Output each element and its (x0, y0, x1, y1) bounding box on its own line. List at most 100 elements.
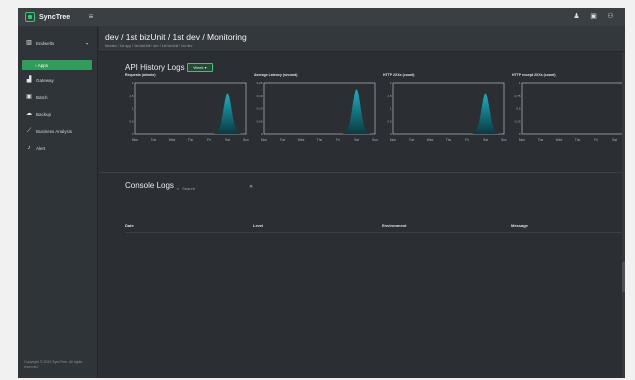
logo-text: SyncTree (39, 13, 71, 21)
x-tick-label: Wed (298, 138, 305, 142)
column-header-level[interactable]: Level (253, 223, 263, 228)
chart-title: Requests (minute) (125, 73, 156, 77)
search-input[interactable]: Search (182, 186, 195, 191)
y-tick-label: 1 (132, 107, 134, 111)
chart-requests: Requests (minute) Mon Tue Wed Thu Fri Sat Sun 0… (125, 73, 249, 143)
batch-icon: ▣ (26, 94, 32, 100)
cloud-icon: ☁ (26, 111, 32, 117)
y-tick-label: 0.5 (516, 107, 521, 111)
x-tick-label: Fri (207, 138, 211, 142)
x-tick-label: Tue (280, 138, 286, 142)
sidebar-footer: Copyright © 2019 SyncTree. All rights re… (24, 360, 83, 369)
sidebar-item-label: Endwelts (36, 40, 55, 46)
sidebar-item-batch[interactable]: ▣ Batch (18, 91, 98, 103)
x-tick-label: Wed (169, 138, 176, 142)
x-tick-label: Tue (538, 138, 544, 142)
sidebar-item-endwelts[interactable]: ▥ Endwelts ▾ (18, 37, 98, 49)
x-tick-label: Wed (427, 138, 434, 142)
trend-icon: ⟋ (26, 128, 32, 134)
bell-icon: ♪ (27, 145, 31, 151)
x-tick-label: Fri (594, 138, 598, 142)
y-tick-label: 0 (132, 132, 134, 136)
y-tick-label: 0.75 (515, 94, 521, 98)
menu-toggle-icon[interactable]: ≡ (86, 12, 96, 22)
user-icon[interactable]: ⚇ (606, 12, 615, 21)
y-tick-label: 1.5 (387, 94, 392, 98)
sidebar: ▥ Endwelts ▾ › Apps ▟ Gateway ▣ Batch ☁ … (18, 26, 98, 378)
sidebar-item-apps[interactable]: › Apps (22, 60, 92, 70)
x-tick-label: Sat (354, 138, 359, 142)
app-window: SyncTree ≡ ♟ ▣ ⚇ ▥ Endwelts ▾ › Apps ▟ G… (18, 8, 625, 378)
logo[interactable]: SyncTree (25, 11, 70, 23)
sidebar-item-label: Alert (36, 145, 46, 151)
x-tick-label: Sun (501, 138, 507, 142)
y-tick-label: 1 (390, 107, 392, 111)
chart-requests-svg: Mon Tue Wed Thu Fri Sat Sun 0 0.5 1 1.5 2 (129, 81, 249, 142)
close-icon[interactable]: ✕ (249, 184, 253, 190)
chart-latency-svg: Mon Tue Wed Thu Fri Sat Sun 0 0.06 0.13 0.19 0.25 (257, 81, 378, 142)
x-tick-label: Sat (225, 138, 230, 142)
chevron-down-icon: ▾ (85, 40, 88, 46)
range-select-button[interactable]: Week ▾ (187, 63, 213, 72)
x-tick-label: Fri (336, 138, 340, 142)
y-tick-label: 0.13 (257, 107, 263, 111)
sidebar-item-label: Backup (36, 111, 52, 117)
sidebar-item-alert[interactable]: ♪ Alert (18, 142, 98, 154)
x-tick-label: Thu (575, 138, 581, 142)
sidebar-item-gateway[interactable]: ▟ Gateway (18, 74, 98, 86)
gateway-icon: ▟ (26, 77, 32, 83)
sidebar-item-backup[interactable]: ☁ Backup (18, 108, 98, 120)
scrollbar-thumb[interactable] (622, 262, 625, 292)
chart-http-non-2xx-svg: MonTueWedThuFriSatSun00.250.50.751 (515, 81, 625, 142)
x-tick-label: Fri (465, 138, 469, 142)
y-tick-label: 0.06 (257, 119, 263, 123)
x-tick-label: Mon (261, 138, 267, 142)
y-tick-label: 0 (519, 132, 521, 136)
x-tick-label: Wed (556, 138, 563, 142)
console-search[interactable]: ⌕ Search (177, 184, 251, 192)
x-tick-label: Tue (151, 138, 157, 142)
chart-area-series (393, 93, 504, 134)
sidebar-item-label: Business Analysis (36, 128, 73, 134)
notifications-icon[interactable]: ♟ (572, 12, 581, 21)
column-header-environment[interactable]: Environment (382, 223, 406, 228)
chart-title: Average Latency (second) (254, 73, 298, 77)
top-bar: SyncTree ≡ ♟ ▣ ⚇ (18, 8, 625, 26)
x-tick-label: Sat (483, 138, 488, 142)
x-tick-label: Mon (132, 138, 138, 142)
sidebar-item-label: Batch (36, 94, 48, 100)
x-tick-label: Thu (317, 138, 323, 142)
chart-latency: Average Latency (second) Mon Tue Wed Thu Fri… (254, 73, 378, 143)
page-header: dev / 1st bizUnit / 1st dev / Monitoring… (99, 26, 625, 52)
top-icons: ♟ ▣ ⚇ (572, 12, 615, 21)
chart-http-2xx-svg: Mon Tue Wed Thu Fri Sat Sun 0 0.5 1 1.5 2 (387, 81, 507, 142)
y-tick-label: 0.5 (129, 119, 134, 123)
y-tick-label: 2 (132, 81, 134, 85)
chart-http-2xx: HTTP 2XXs (count) Mon Tue Wed Thu Fri Sat Sun 0… (383, 73, 507, 143)
y-tick-label: 0.25 (257, 81, 263, 85)
sidebar-item-label: Apps (37, 62, 49, 68)
y-tick-label: 0 (390, 132, 392, 136)
x-tick-label: Sun (243, 138, 249, 142)
x-tick-label: Thu (446, 138, 452, 142)
x-tick-label: Thu (188, 138, 194, 142)
sidebar-item-label: Gateway (36, 77, 54, 83)
api-logs-title: API History Logs (125, 63, 185, 72)
bars-chart-icon: ▥ (26, 40, 32, 46)
column-header-date[interactable]: Date (125, 223, 134, 228)
chart-title: HTTP except 2XXs (count) (512, 73, 556, 77)
x-tick-label: Mon (390, 138, 396, 142)
x-tick-label: Mon (519, 138, 525, 142)
messages-icon[interactable]: ▣ (589, 12, 598, 21)
main-content: dev / 1st bizUnit / 1st dev / Monitoring… (99, 26, 625, 378)
search-icon: ⌕ (177, 185, 180, 191)
x-tick-label: Sun (372, 138, 378, 142)
x-tick-label: Tue (409, 138, 415, 142)
chart-area-series (135, 93, 246, 134)
y-tick-label: 1 (519, 81, 521, 85)
column-header-message[interactable]: Message (511, 223, 528, 228)
section-divider (99, 172, 625, 173)
sidebar-item-business-analysis[interactable]: ⟋ Business Analysis (18, 125, 98, 137)
scrollbar[interactable] (622, 52, 625, 378)
page-title: dev / 1st bizUnit / 1st dev / Monitoring (105, 32, 247, 42)
